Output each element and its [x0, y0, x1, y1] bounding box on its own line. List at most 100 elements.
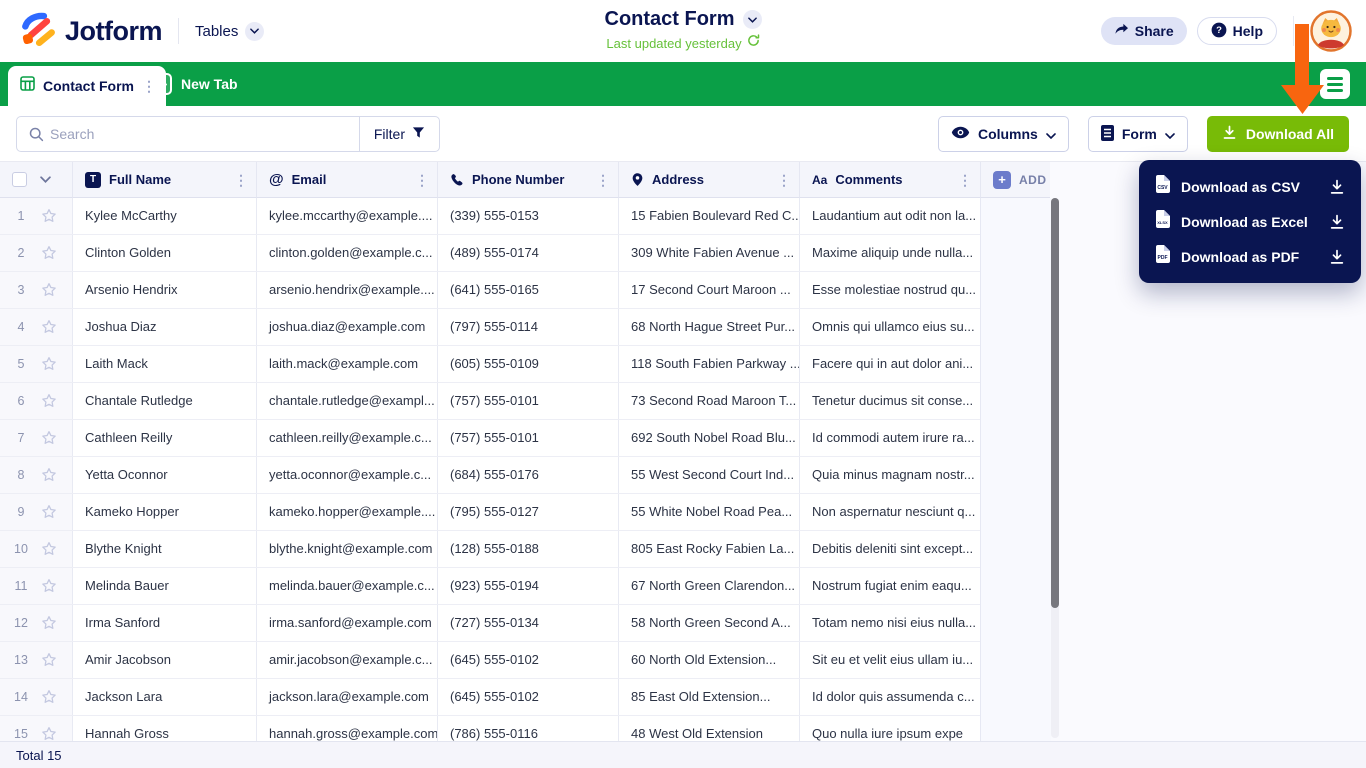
- vertical-scrollbar[interactable]: [1051, 198, 1059, 738]
- cell-phone[interactable]: (605) 555-0109: [437, 346, 618, 382]
- cell-phone[interactable]: (645) 555-0102: [437, 679, 618, 715]
- cell-full-name[interactable]: Laith Mack: [72, 346, 256, 382]
- star-icon[interactable]: [41, 578, 57, 594]
- cell-phone[interactable]: (641) 555-0165: [437, 272, 618, 308]
- cell-phone[interactable]: (727) 555-0134: [437, 605, 618, 641]
- panel-menu-button[interactable]: [1320, 69, 1350, 99]
- cell-comments[interactable]: Debitis deleniti sint except...: [799, 531, 980, 567]
- cell-phone[interactable]: (489) 555-0174: [437, 235, 618, 271]
- cell-address[interactable]: 805 East Rocky Fabien La...: [618, 531, 799, 567]
- chevron-down-icon[interactable]: [40, 176, 51, 183]
- star-icon[interactable]: [41, 467, 57, 483]
- search-input[interactable]: [50, 126, 359, 142]
- cell-address[interactable]: 55 White Nobel Road Pea...: [618, 494, 799, 530]
- tab-contact-form[interactable]: Contact Form: [8, 66, 166, 106]
- cell-full-name[interactable]: Kylee McCarthy: [72, 198, 256, 234]
- cell-phone[interactable]: (757) 555-0101: [437, 420, 618, 456]
- star-icon[interactable]: [41, 208, 57, 224]
- cell-address[interactable]: 17 Second Court Maroon ...: [618, 272, 799, 308]
- form-button[interactable]: Form: [1088, 116, 1188, 152]
- cell-full-name[interactable]: Kameko Hopper: [72, 494, 256, 530]
- star-icon[interactable]: [41, 504, 57, 520]
- cell-phone[interactable]: (757) 555-0101: [437, 383, 618, 419]
- cell-phone[interactable]: (795) 555-0127: [437, 494, 618, 530]
- cell-address[interactable]: 15 Fabien Boulevard Red C...: [618, 198, 799, 234]
- add-column-button[interactable]: ADD: [980, 162, 1050, 198]
- cell-full-name[interactable]: Amir Jacobson: [72, 642, 256, 678]
- title-chevron-icon[interactable]: [743, 10, 762, 29]
- cell-address[interactable]: 73 Second Road Maroon T...: [618, 383, 799, 419]
- column-header-phone[interactable]: Phone Number: [437, 162, 618, 198]
- cell-full-name[interactable]: Irma Sanford: [72, 605, 256, 641]
- cell-full-name[interactable]: Chantale Rutledge: [72, 383, 256, 419]
- cell-address[interactable]: 118 South Fabien Parkway ...: [618, 346, 799, 382]
- cell-address[interactable]: 58 North Green Second A...: [618, 605, 799, 641]
- cell-address[interactable]: 68 North Hague Street Pur...: [618, 309, 799, 345]
- cell-full-name[interactable]: Jackson Lara: [72, 679, 256, 715]
- cell-phone[interactable]: (923) 555-0194: [437, 568, 618, 604]
- cell-full-name[interactable]: Arsenio Hendrix: [72, 272, 256, 308]
- select-all-header[interactable]: [0, 162, 72, 198]
- cell-full-name[interactable]: Clinton Golden: [72, 235, 256, 271]
- cell-email[interactable]: kameko.hopper@example....: [256, 494, 437, 530]
- cell-comments[interactable]: Laudantium aut odit non la...: [799, 198, 980, 234]
- star-icon[interactable]: [41, 615, 57, 631]
- cell-full-name[interactable]: Yetta Oconnor: [72, 457, 256, 493]
- cell-phone[interactable]: (645) 555-0102: [437, 642, 618, 678]
- cell-email[interactable]: arsenio.hendrix@example....: [256, 272, 437, 308]
- cell-comments[interactable]: Maxime aliquip unde nulla...: [799, 235, 980, 271]
- cell-email[interactable]: joshua.diaz@example.com: [256, 309, 437, 345]
- menu-item-download-excel[interactable]: XLSX Download as Excel: [1139, 204, 1361, 239]
- cell-email[interactable]: jackson.lara@example.com: [256, 679, 437, 715]
- column-header-email[interactable]: Email: [256, 162, 437, 198]
- cell-full-name[interactable]: Cathleen Reilly: [72, 420, 256, 456]
- cell-phone[interactable]: (684) 555-0176: [437, 457, 618, 493]
- column-menu-kebab-icon[interactable]: [777, 173, 791, 187]
- product-switcher[interactable]: Tables: [195, 22, 264, 41]
- cell-address[interactable]: 55 West Second Court Ind...: [618, 457, 799, 493]
- download-all-button[interactable]: Download All: [1207, 116, 1349, 152]
- star-icon[interactable]: [41, 282, 57, 298]
- cell-full-name[interactable]: Melinda Bauer: [72, 568, 256, 604]
- star-icon[interactable]: [41, 356, 57, 372]
- cell-email[interactable]: hannah.gross@example.com: [256, 716, 437, 741]
- cell-email[interactable]: irma.sanford@example.com: [256, 605, 437, 641]
- cell-full-name[interactable]: Joshua Diaz: [72, 309, 256, 345]
- star-icon[interactable]: [41, 541, 57, 557]
- cell-email[interactable]: laith.mack@example.com: [256, 346, 437, 382]
- star-icon[interactable]: [41, 245, 57, 261]
- cell-email[interactable]: kylee.mccarthy@example....: [256, 198, 437, 234]
- star-icon[interactable]: [41, 726, 57, 741]
- cell-phone[interactable]: (797) 555-0114: [437, 309, 618, 345]
- column-menu-kebab-icon[interactable]: [234, 173, 248, 187]
- cell-email[interactable]: chantale.rutledge@exampl...: [256, 383, 437, 419]
- column-menu-kebab-icon[interactable]: [596, 173, 610, 187]
- cell-email[interactable]: clinton.golden@example.c...: [256, 235, 437, 271]
- refresh-icon[interactable]: [747, 34, 760, 52]
- cell-comments[interactable]: Omnis qui ullamco eius su...: [799, 309, 980, 345]
- star-icon[interactable]: [41, 430, 57, 446]
- cell-comments[interactable]: Nostrum fugiat enim eaqu...: [799, 568, 980, 604]
- cell-comments[interactable]: Tenetur ducimus sit conse...: [799, 383, 980, 419]
- cell-phone[interactable]: (786) 555-0116: [437, 716, 618, 741]
- jotform-logo[interactable]: Jotform: [18, 10, 162, 53]
- star-icon[interactable]: [41, 319, 57, 335]
- cell-comments[interactable]: Quia minus magnam nostr...: [799, 457, 980, 493]
- cell-email[interactable]: cathleen.reilly@example.c...: [256, 420, 437, 456]
- cell-address[interactable]: 692 South Nobel Road Blu...: [618, 420, 799, 456]
- menu-item-download-csv[interactable]: CSV Download as CSV: [1139, 169, 1361, 204]
- cell-phone[interactable]: (128) 555-0188: [437, 531, 618, 567]
- cell-address[interactable]: 85 East Old Extension...: [618, 679, 799, 715]
- cell-address[interactable]: 60 North Old Extension...: [618, 642, 799, 678]
- cell-comments[interactable]: Id commodi autem irure ra...: [799, 420, 980, 456]
- scrollbar-thumb[interactable]: [1051, 198, 1059, 608]
- select-all-checkbox[interactable]: [12, 172, 27, 187]
- cell-comments[interactable]: Sit eu et velit eius ullam iu...: [799, 642, 980, 678]
- menu-item-download-pdf[interactable]: PDF Download as PDF: [1139, 239, 1361, 274]
- cell-email[interactable]: blythe.knight@example.com: [256, 531, 437, 567]
- cell-comments[interactable]: Esse molestiae nostrud qu...: [799, 272, 980, 308]
- filter-button[interactable]: Filter: [359, 117, 439, 151]
- cell-email[interactable]: melinda.bauer@example.c...: [256, 568, 437, 604]
- help-button[interactable]: ? Help: [1197, 17, 1277, 45]
- cell-comments[interactable]: Non aspernatur nesciunt q...: [799, 494, 980, 530]
